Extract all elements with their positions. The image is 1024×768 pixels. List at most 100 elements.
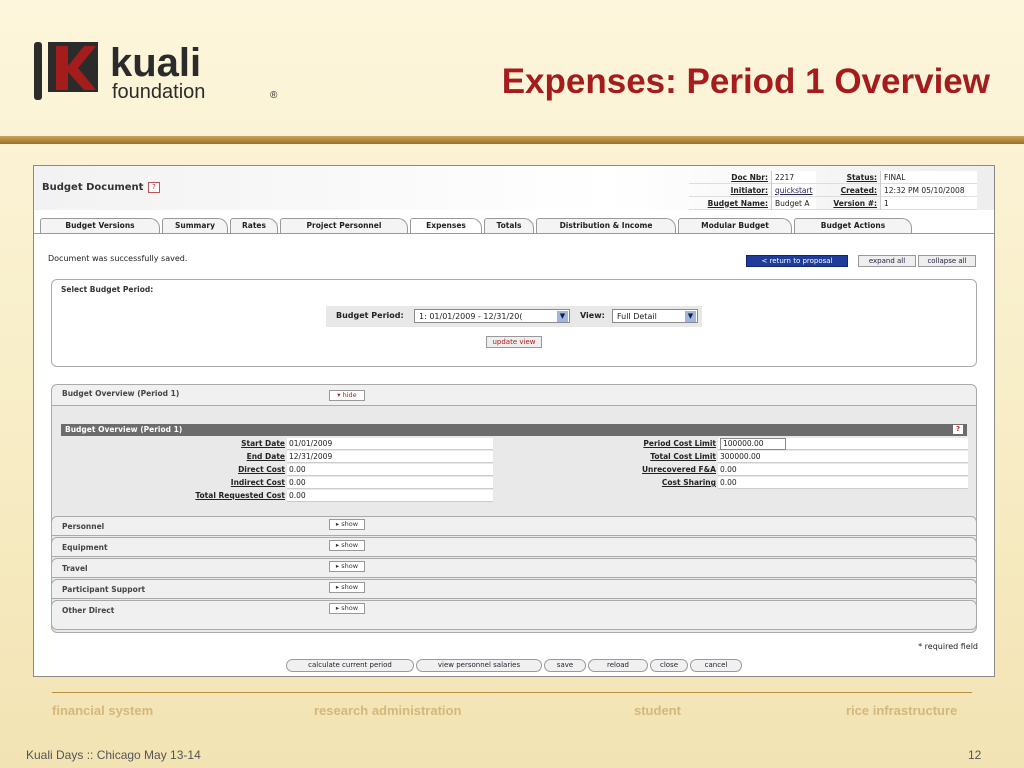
status-message: Document was successfully saved.: [48, 254, 188, 263]
section-label: Equipment: [62, 543, 108, 552]
start-date-label: Start Date: [61, 438, 285, 450]
period-cost-limit-row: 100000.00: [718, 438, 968, 450]
info-value: Budget A: [771, 196, 816, 210]
footer-financial-system: financial system: [52, 703, 154, 718]
footer-research-administration: research administration: [314, 703, 462, 718]
info-value: 12:32 PM 05/10/2008: [880, 183, 977, 197]
info-label: Created:: [840, 185, 877, 195]
overview-table-title: Budget Overview (Period 1): [65, 425, 183, 434]
show-button[interactable]: ▸ show: [329, 603, 365, 614]
budget-period-select[interactable]: 1: 01/01/2009 - 12/31/20( ▼: [414, 309, 570, 323]
kuali-foundation-logo: kuali foundation ®: [34, 41, 278, 103]
hide-button[interactable]: ▾ hide: [329, 390, 365, 401]
tab-budget-actions[interactable]: Budget Actions: [794, 218, 912, 233]
initiator-link[interactable]: quickstart: [771, 183, 816, 197]
view-select[interactable]: Full Detail ▼: [612, 309, 698, 323]
chevron-down-icon: ▼: [685, 311, 696, 322]
info-value: FINAL: [880, 171, 977, 184]
collapse-all-button[interactable]: collapse all: [918, 255, 976, 267]
view-personnel-salaries-button[interactable]: view personnel salaries: [416, 659, 542, 672]
info-label: Initiator:: [730, 185, 768, 195]
indirect-cost-value: 0.00: [287, 477, 493, 489]
period-cost-limit-label: Period Cost Limit: [494, 438, 716, 450]
direct-cost-label: Direct Cost: [61, 464, 285, 476]
total-requested-cost-value: 0.00: [287, 490, 493, 502]
header-rule: [0, 136, 1024, 144]
tab-rates[interactable]: Rates: [230, 218, 278, 233]
section-other-direct: Other Direct ▸ show: [51, 600, 977, 630]
save-button[interactable]: save: [544, 659, 586, 672]
end-date-value: 12/31/2009: [287, 451, 493, 463]
panel-title: Select Budget Period:: [61, 285, 154, 294]
unrecovered-fa-label: Unrecovered F&A: [494, 464, 716, 476]
close-button[interactable]: close: [650, 659, 688, 672]
tab-totals[interactable]: Totals: [484, 218, 534, 233]
tab-summary[interactable]: Summary: [162, 218, 228, 233]
show-button[interactable]: ▸ show: [329, 561, 365, 572]
cost-sharing-value: 0.00: [718, 477, 968, 489]
total-requested-cost-label: Total Requested Cost: [61, 490, 285, 502]
section-equipment: Equipment ▸ show: [51, 537, 977, 557]
document-title: Budget Document: [42, 182, 144, 193]
info-value: 1: [880, 196, 977, 210]
reload-button[interactable]: reload: [588, 659, 648, 672]
cost-sharing-label: Cost Sharing: [494, 477, 716, 489]
section-personnel: Personnel ▸ show: [51, 516, 977, 536]
show-button[interactable]: ▸ show: [329, 540, 365, 551]
section-travel: Travel ▸ show: [51, 558, 977, 578]
footer-student: student: [634, 703, 681, 718]
help-icon[interactable]: ?: [148, 182, 160, 193]
svg-text:®: ®: [270, 90, 278, 101]
section-label: Other Direct: [62, 606, 115, 615]
info-value: 2217: [771, 171, 816, 184]
page-number: 12: [968, 748, 982, 762]
tabs-divider: [34, 233, 994, 234]
tab-project-personnel[interactable]: Project Personnel: [280, 218, 408, 233]
end-date-label: End Date: [61, 451, 285, 463]
cancel-button[interactable]: cancel: [690, 659, 742, 672]
budget-document-screenshot: Budget Document ? Doc Nbr: 2217 Status: …: [33, 165, 995, 677]
slide-title: Expenses: Period 1 Overview: [501, 62, 990, 101]
svg-text:foundation: foundation: [112, 81, 205, 103]
show-button[interactable]: ▸ show: [329, 519, 365, 530]
document-header: Budget Document ? Doc Nbr: 2217 Status: …: [34, 166, 994, 210]
tab-expenses[interactable]: Expenses: [410, 218, 482, 234]
direct-cost-value: 0.00: [287, 464, 493, 476]
budget-period-form: Budget Period: 1: 01/01/2009 - 12/31/20(…: [326, 306, 702, 327]
update-view-button[interactable]: update view: [486, 336, 542, 348]
tab-modular-budget[interactable]: Modular Budget: [678, 218, 792, 233]
total-cost-limit-label: Total Cost Limit: [494, 451, 716, 463]
footer-event: Kuali Days :: Chicago May 13-14: [26, 748, 201, 762]
footer-rice-infrastructure: rice infrastructure: [846, 703, 958, 718]
chevron-down-icon: ▼: [557, 311, 568, 322]
budget-period-value: 1: 01/01/2009 - 12/31/20(: [419, 312, 523, 321]
info-label: Status:: [846, 172, 877, 182]
tab-distribution-income[interactable]: Distribution & Income: [536, 218, 676, 233]
tab-budget-versions[interactable]: Budget Versions: [40, 218, 160, 233]
required-field-note: * required field: [918, 642, 978, 651]
expand-all-button[interactable]: expand all: [858, 255, 916, 267]
show-button[interactable]: ▸ show: [329, 582, 365, 593]
indirect-cost-label: Indirect Cost: [61, 477, 285, 489]
total-cost-limit-value: 300000.00: [718, 451, 968, 463]
start-date-value: 01/01/2009: [287, 438, 493, 450]
view-label: View:: [580, 311, 605, 320]
budget-period-label: Budget Period:: [336, 311, 404, 320]
calculate-current-period-button[interactable]: calculate current period: [286, 659, 414, 672]
return-to-proposal-button[interactable]: < return to proposal: [746, 255, 848, 267]
info-label: Version #:: [833, 198, 877, 208]
budget-overview-tab: Budget Overview (Period 1) ▾ hide: [51, 384, 977, 406]
view-value: Full Detail: [617, 312, 657, 321]
section-label: Participant Support: [62, 585, 146, 594]
document-info-table: Doc Nbr: 2217 Status: FINAL Initiator: q…: [689, 171, 977, 210]
info-label: Doc Nbr:: [731, 172, 768, 182]
section-label: Personnel: [62, 522, 105, 531]
section-participant-support: Participant Support ▸ show: [51, 579, 977, 599]
period-cost-limit-input[interactable]: 100000.00: [720, 438, 786, 450]
help-icon[interactable]: ?: [953, 425, 963, 434]
info-label: Budget Name:: [707, 198, 768, 208]
section-label: Travel: [62, 564, 88, 573]
tab-label: Budget Overview (Period 1): [62, 389, 180, 398]
overview-table-header: Budget Overview (Period 1) ?: [61, 424, 967, 436]
footer-rule: [52, 692, 972, 693]
